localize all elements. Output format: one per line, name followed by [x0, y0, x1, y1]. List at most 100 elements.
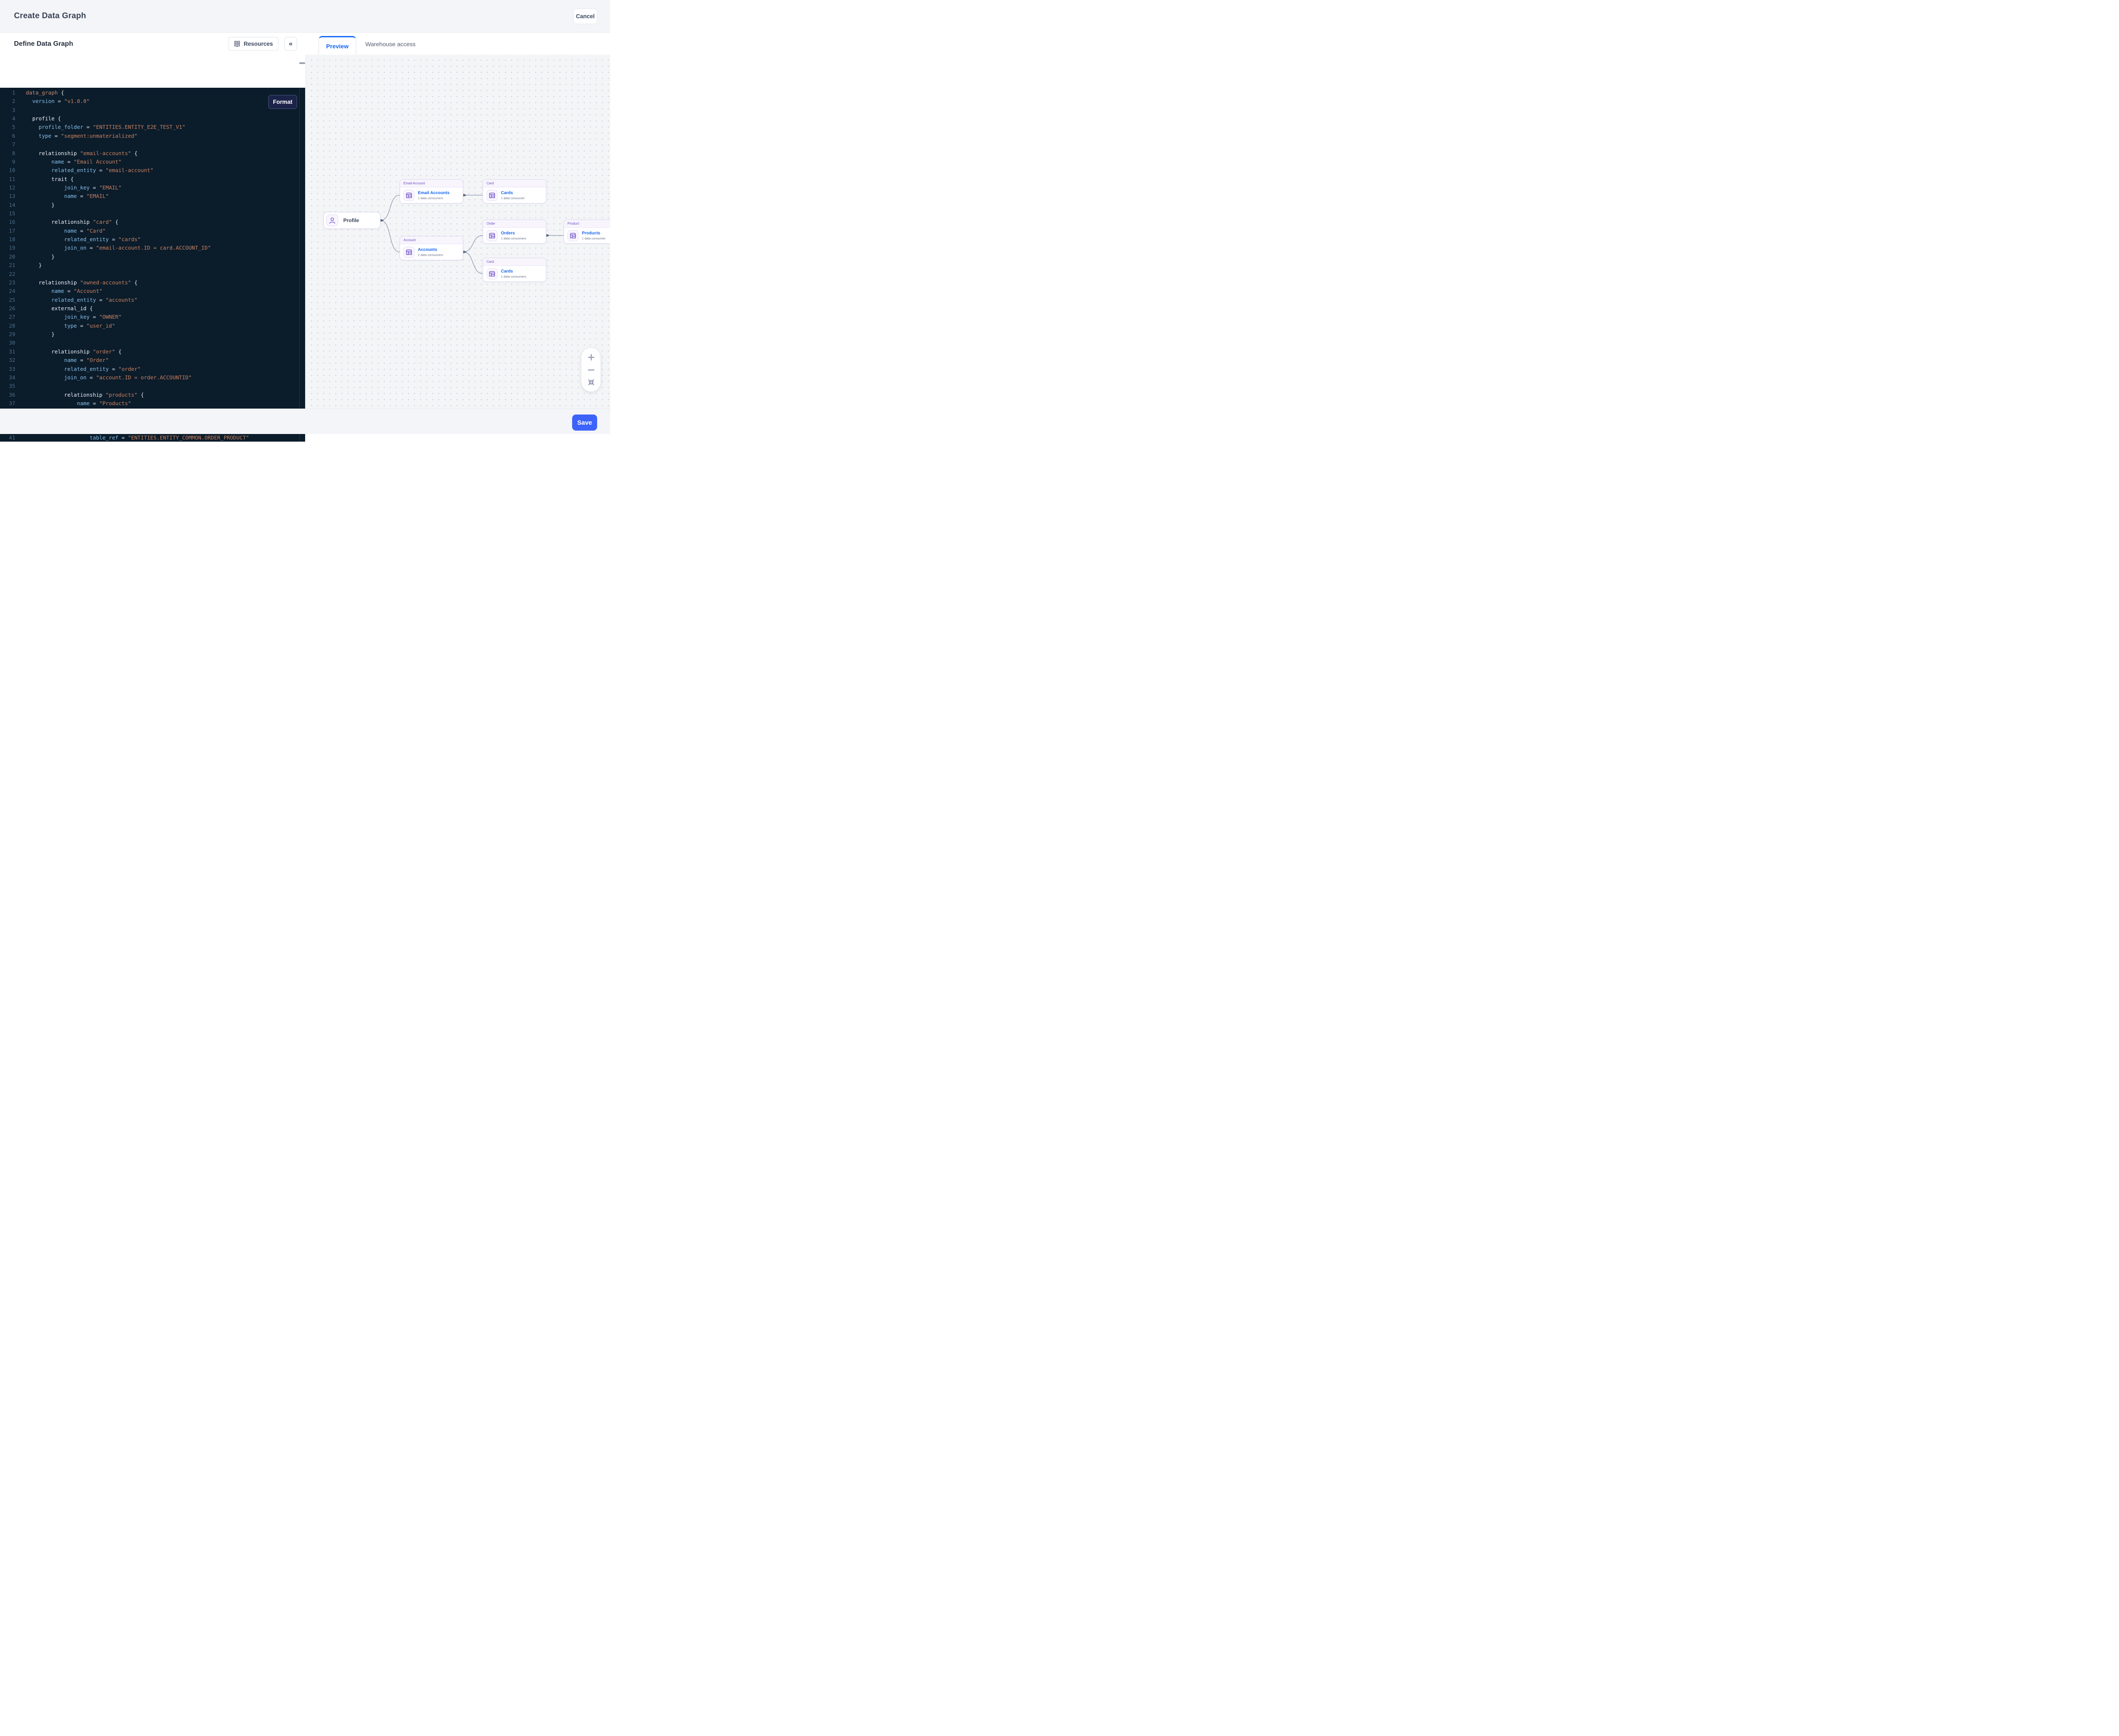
divider-drag-handle[interactable] — [299, 62, 305, 64]
tab-warehouse-access[interactable]: Warehouse access — [365, 33, 416, 55]
cancel-button[interactable]: Cancel — [573, 8, 597, 24]
entity-consumer-count: 1 data consumers — [418, 196, 450, 200]
entity-title-link[interactable]: Products — [582, 231, 606, 236]
entity-header: Card — [483, 258, 546, 266]
code-line: 32 name = "Order" — [0, 356, 305, 364]
code-line: 33 related_entity = "order" — [0, 365, 305, 373]
connection-arrow — [464, 250, 467, 253]
code-line: 10 related_entity = "email-account" — [0, 166, 305, 175]
tab-preview[interactable]: Preview — [319, 36, 356, 55]
resources-label: Resources — [244, 41, 273, 47]
entity-header: Product — [564, 220, 610, 228]
book-icon — [234, 40, 241, 47]
connection-arrow — [548, 234, 550, 236]
code-line: 6 type = "segment:unmaterialized" — [0, 132, 305, 140]
code-line: 2 version = "v1.0.0" — [0, 97, 305, 106]
entity-node-account[interactable]: AccountAccounts2 data consumers — [400, 236, 463, 260]
code-line: 7 — [0, 140, 305, 149]
table-icon — [487, 190, 498, 201]
zoom-controls — [581, 348, 601, 392]
zoom-in-button[interactable] — [587, 353, 595, 362]
entity-consumer-count: 1 data consumer — [501, 196, 525, 200]
entity-header: Card — [483, 180, 546, 187]
entity-title-link[interactable]: Orders — [501, 231, 526, 236]
entity-title-link[interactable]: Email Accounts — [418, 191, 450, 196]
code-line: 16 relationship "card" { — [0, 218, 305, 226]
edge-profile-to-email-account — [381, 195, 400, 221]
edge-account-to-card-bottom — [463, 252, 483, 274]
fit-view-button[interactable] — [587, 378, 595, 387]
entity-node-card-top[interactable]: Card Cards1 data consumer — [483, 179, 546, 203]
profile-icon-tile — [326, 214, 338, 226]
code-line: 18 related_entity = "cards" — [0, 235, 305, 244]
entity-consumer-count: 1 data consumers — [501, 275, 526, 278]
format-button[interactable]: Format — [268, 95, 297, 109]
entity-header: Account — [400, 236, 463, 244]
panel-title: Define Data Graph — [14, 40, 73, 48]
code-line: 27 join_key = "OWNER" — [0, 313, 305, 321]
zoom-out-button[interactable] — [587, 366, 595, 374]
preview-panel: Preview Warehouse access Profile Email A… — [307, 33, 610, 409]
code-line: 15 — [0, 209, 305, 218]
profile-node[interactable]: Profile — [323, 212, 381, 229]
resources-button[interactable]: Resources — [228, 37, 278, 51]
code-line: 26 external_id { — [0, 304, 305, 313]
save-button[interactable]: Save — [572, 415, 597, 431]
code-line: 17 name = "Card" — [0, 227, 305, 235]
code-line: 1data_graph { — [0, 89, 305, 97]
code-line: 31 relationship "order" { — [0, 348, 305, 356]
entity-header: Email Account — [400, 180, 463, 187]
create-data-graph-page: Create Data Graph Cancel Define Data Gra… — [0, 0, 610, 434]
code-line: 14 } — [0, 201, 305, 209]
code-line: 3 — [0, 106, 305, 114]
code-line: 29 } — [0, 330, 305, 339]
code-line: 21 } — [0, 261, 305, 270]
code-line: 30 — [0, 339, 305, 347]
code-line: 28 type = "user_id" — [0, 322, 305, 330]
code-line: 36 relationship "products" { — [0, 391, 305, 399]
code-line: 25 related_entity = "accounts" — [0, 296, 305, 304]
code-line: 35 — [0, 382, 305, 390]
left-subheader: Define Data Graph Resources « — [0, 33, 307, 55]
code-line: 22 — [0, 270, 305, 278]
entity-node-order[interactable]: Order Orders1 data consumers — [483, 220, 546, 244]
table-icon — [487, 268, 498, 279]
entity-title-link[interactable]: Cards — [501, 191, 525, 196]
table-icon — [403, 247, 414, 258]
profile-node-label: Profile — [343, 217, 359, 223]
entity-title-link[interactable]: Cards — [501, 269, 526, 275]
tab-strip: Preview Warehouse access — [307, 33, 610, 55]
define-data-graph-panel: Define Data Graph Resources « 1data_grap… — [0, 33, 307, 409]
edge-account-to-order — [463, 236, 483, 252]
code-line: 9 name = "Email Account" — [0, 158, 305, 166]
code-line: 4 profile { — [0, 114, 305, 123]
footer-bar: Save — [0, 409, 610, 434]
entity-consumer-count: 1 data consumers — [501, 236, 526, 240]
code-line: 20 } — [0, 253, 305, 261]
graph-canvas[interactable]: Profile Email AccountEmail Accounts1 dat… — [307, 55, 610, 409]
entity-header: Order — [483, 220, 546, 228]
collapse-panel-button[interactable]: « — [284, 37, 297, 51]
page-title: Create Data Graph — [14, 11, 86, 21]
table-icon — [567, 230, 578, 241]
person-icon — [328, 216, 337, 225]
entity-node-card-bottom[interactable]: Card Cards1 data consumers — [483, 258, 546, 282]
entity-title-link[interactable]: Accounts — [418, 248, 443, 253]
entity-consumer-count: 1 data consumer — [582, 236, 606, 240]
code-line: 37 name = "Products" — [0, 399, 305, 408]
code-line: 24 name = "Account" — [0, 287, 305, 295]
code-line: 12 join_key = "EMAIL" — [0, 184, 305, 192]
code-line: 41 table_ref = "ENTITIES.ENTITY_COMMON.O… — [0, 434, 305, 442]
code-line: 23 relationship "owned-accounts" { — [0, 278, 305, 287]
entity-node-product[interactable]: Product Products1 data consumer — [564, 220, 610, 244]
double-chevron-left-icon: « — [289, 40, 293, 48]
code-line: 34 join_on = "account.ID = order.ACCOUNT… — [0, 373, 305, 382]
code-line: 8 relationship "email-accounts" { — [0, 149, 305, 158]
code-editor[interactable]: 1data_graph {2 version = "v1.0.0"34 prof… — [0, 88, 305, 442]
connection-arrow — [464, 194, 467, 196]
entity-node-email-account[interactable]: Email Account Email Accounts1 data consum… — [400, 179, 463, 203]
edge-profile-to-account — [381, 220, 400, 252]
table-icon — [487, 230, 498, 241]
code-line: 13 name = "EMAIL" — [0, 192, 305, 200]
code-line: 5 profile_folder = "ENTITIES.ENTITY_E2E_… — [0, 123, 305, 131]
